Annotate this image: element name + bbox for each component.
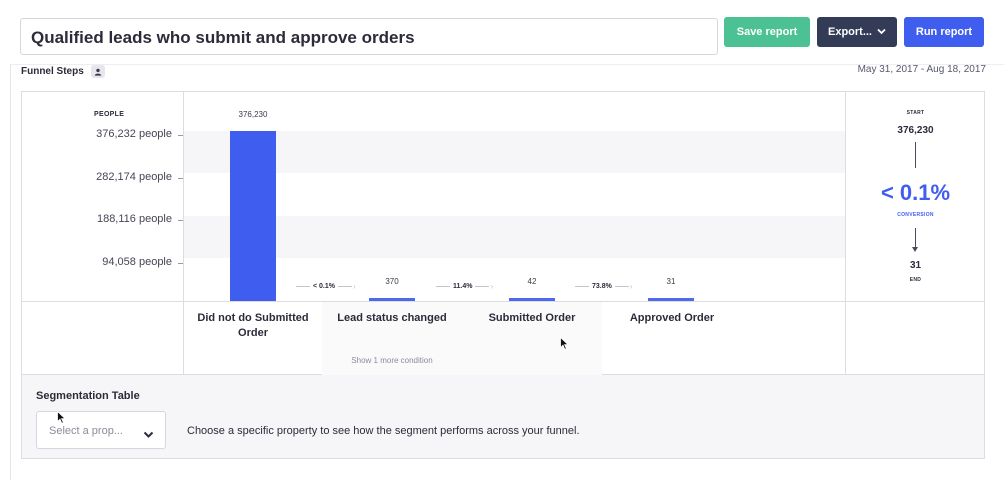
conversion-rate: 11.4%	[453, 283, 473, 290]
end-label: END	[909, 277, 922, 283]
segmentation-panel: Segmentation Table Select a prop... Choo…	[21, 375, 985, 459]
property-select[interactable]: Select a prop...	[36, 411, 166, 449]
grid-band	[184, 216, 845, 258]
report-title[interactable]: Qualified leads who submit and approve o…	[31, 28, 415, 48]
conversion-arrow: < 0.1% ›	[293, 282, 356, 291]
report-title-field[interactable]: Qualified leads who submit and approve o…	[20, 18, 718, 55]
y-tick-mark	[178, 178, 183, 179]
funnel-chart-card: PEOPLE 376,232 people 282,174 people 188…	[21, 91, 985, 375]
export-label: Export...	[827, 26, 872, 38]
arrow-down-icon	[912, 247, 918, 252]
y-axis-label: PEOPLE	[94, 111, 125, 118]
bar-value-label: 31	[666, 277, 676, 286]
left-border	[10, 64, 11, 480]
y-tick-mark	[178, 263, 183, 264]
end-value: 31	[909, 260, 922, 271]
step-name[interactable]: Did not do Submitted Order	[183, 311, 323, 341]
y-tick-mark	[178, 220, 183, 221]
funnel-bar[interactable]	[648, 298, 694, 301]
funnel-bar[interactable]	[369, 298, 415, 301]
segmentation-title: Segmentation Table	[36, 390, 140, 402]
step-name[interactable]: Approved Order	[602, 311, 742, 326]
y-tick-label: 94,058 people	[102, 256, 172, 268]
bar-value-label: 370	[385, 277, 399, 286]
start-label: START	[906, 110, 925, 116]
mouse-pointer-icon	[57, 410, 67, 429]
funnel-bar[interactable]	[509, 298, 555, 301]
bar-value-label: 42	[527, 277, 537, 286]
y-tick-mark	[178, 135, 183, 136]
summary-connector	[915, 142, 916, 168]
user-icon[interactable]	[90, 65, 105, 78]
y-tick-label: 282,174 people	[96, 171, 172, 183]
conversion-rate: < 0.1%	[313, 283, 335, 290]
show-more-condition-link[interactable]: Show 1 more condition	[322, 356, 462, 365]
conversion-arrow: 11.4% ›	[433, 282, 493, 291]
y-tick-label: 188,116 people	[96, 213, 172, 225]
save-report-label: Save report	[736, 26, 798, 38]
step-name[interactable]: Lead status changed	[322, 311, 462, 326]
bar-value-label: 376,230	[238, 110, 268, 119]
conversion-label: CONVERSION	[897, 212, 934, 218]
mouse-pointer-icon	[560, 336, 570, 355]
step-name[interactable]: Submitted Order	[462, 311, 602, 326]
funnel-steps-label: Funnel Steps	[21, 66, 84, 77]
date-range[interactable]: May 31, 2017 - Aug 18, 2017	[858, 64, 986, 75]
conversion-rate: 73.8%	[592, 283, 612, 290]
funnel-bar[interactable]	[230, 131, 276, 301]
run-report-label: Run report	[915, 26, 973, 38]
export-button[interactable]: Export...	[817, 17, 897, 47]
conversion-value: < 0.1%	[880, 180, 951, 205]
run-report-button[interactable]: Run report	[904, 17, 984, 47]
y-tick-label: 376,232 people	[96, 128, 172, 140]
grid-band	[184, 131, 845, 173]
chevron-down-icon	[877, 26, 886, 38]
funnel-steps-header: Funnel Steps	[21, 65, 105, 78]
segmentation-hint: Choose a specific property to see how th…	[187, 425, 580, 437]
save-report-button[interactable]: Save report	[724, 17, 810, 47]
conversion-arrow: 73.8% ›	[572, 282, 633, 291]
header-divider	[10, 64, 1004, 65]
chevron-down-icon	[143, 426, 154, 444]
start-value: 376,230	[897, 125, 934, 136]
